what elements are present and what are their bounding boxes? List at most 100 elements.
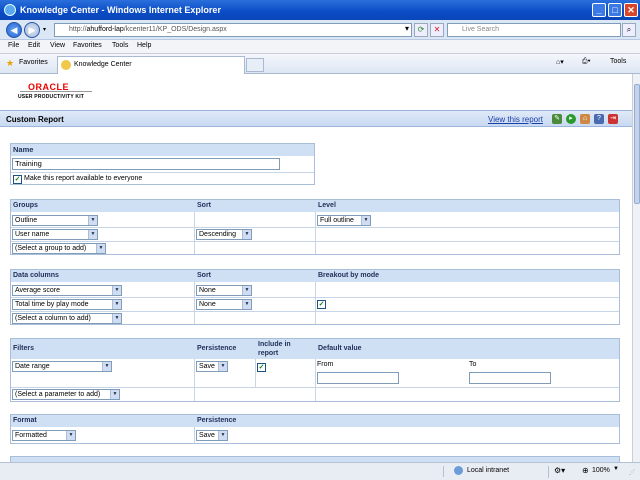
zoom-dropdown-icon[interactable]: ▼ [613,466,619,472]
chevron-down-icon: ▼ [110,390,119,399]
group-select-outline[interactable]: Outline ▼ [12,215,98,226]
maximize-button[interactable]: □ [608,3,622,17]
group-sort-select[interactable]: Descending ▼ [196,229,252,240]
column-sort-select-1[interactable]: None ▼ [196,285,252,296]
tab-favicon-icon [61,60,71,70]
address-field[interactable]: http://ahufford-lap/kcenter11/KP_ODS/Des… [54,23,412,37]
add-parameter-select[interactable]: (Select a parameter to add) ▼ [12,389,120,400]
column-select-average-score[interactable]: Average score ▼ [12,285,122,296]
chevron-down-icon: ▼ [361,216,370,225]
filter-select-date-range[interactable]: Date range ▼ [12,361,112,372]
recent-pages-dropdown-icon[interactable]: ▾ [43,26,46,33]
to-date-input[interactable] [469,372,551,384]
column-sort-select-2[interactable]: None ▼ [196,299,252,310]
refresh-icon[interactable]: ⟳ [414,23,428,37]
favorites-bar: ★ Favorites Knowledge Center ⌂▾ ⎙▾ Tools [0,54,640,74]
add-column-select[interactable]: (Select a column to add) ▼ [12,313,122,324]
report-title-bar: Custom Report View this report ✎ ▸ ⌂ ? ⇥ [0,110,632,127]
name-header: Name [11,144,314,156]
address-path: /kcenter11/KP_ODS/Design.aspx [123,26,227,33]
home-page-icon[interactable]: ⌂ [580,114,590,124]
divider [255,359,256,387]
include-checkbox[interactable]: ✓ [257,363,266,372]
upk-logo-text: USER PRODUCTIVITY KIT [18,94,85,100]
help-icon[interactable]: ? [594,114,604,124]
persistence-header: Persistence [197,345,237,352]
tools-menu[interactable]: Tools [610,58,626,65]
share-checkbox[interactable]: ✓ [13,175,22,184]
address-dropdown-icon[interactable]: ▾ [400,23,414,37]
menu-favorites[interactable]: Favorites [73,42,102,49]
go-icon[interactable]: ▸ [566,114,576,124]
format-value: Formatted [15,432,47,439]
protected-mode-icon[interactable]: ⚙▾ [554,466,565,475]
menu-view[interactable]: View [50,42,65,49]
breakout-checkbox[interactable]: ✓ [317,300,326,309]
close-button[interactable]: ✕ [624,3,638,17]
new-tab-button[interactable] [246,58,264,72]
resize-grip-icon[interactable]: ⋰ [629,469,635,476]
back-icon[interactable]: ◀ [6,22,22,38]
sort-value: Descending [199,231,236,238]
menu-file[interactable]: File [8,42,19,49]
filters-section: Filters Persistence Include in report De… [10,338,620,402]
search-input[interactable]: Live Search [447,23,621,37]
persistence-value: Save [199,432,215,439]
edit-icon[interactable]: ✎ [552,114,562,124]
search-icon[interactable]: ⌕ [622,23,636,37]
chevron-down-icon: ▼ [88,230,97,239]
tab-label: Knowledge Center [74,61,132,68]
favorites-button[interactable]: Favorites [19,59,48,66]
report-name-input[interactable]: Training [12,158,280,170]
divider [11,387,619,388]
divider [315,282,316,324]
filter-value: (Select a parameter to add) [15,391,101,398]
filter-persistence-select[interactable]: Save ▼ [196,361,228,372]
upk-header: ORACLE USER PRODUCTIVITY KIT [0,74,632,110]
format-select[interactable]: Formatted ▼ [12,430,76,441]
to-label: To [469,361,477,368]
chevron-down-icon: ▼ [242,286,251,295]
level-header: Level [318,202,336,209]
columns-sort-header: Sort [197,272,211,279]
home-icon[interactable]: ⌂▾ [556,58,564,66]
divider [194,282,195,324]
exit-icon[interactable]: ⇥ [608,114,618,124]
chevron-down-icon: ▼ [96,244,105,253]
forward-icon[interactable]: ▶ [24,22,40,38]
minimize-button[interactable]: _ [592,3,606,17]
ie-app-icon [4,4,16,16]
zoom-icon[interactable]: ⊕ [582,466,589,475]
scrollbar-thumb[interactable] [634,84,640,204]
favorites-star-icon[interactable]: ★ [6,58,14,69]
from-date-input[interactable] [317,372,399,384]
format-persistence-select[interactable]: Save ▼ [196,430,228,441]
intranet-zone-icon [454,466,463,475]
level-value: Full outline [320,217,354,224]
divider [11,311,619,312]
format-header-row [11,415,619,427]
level-select[interactable]: Full outline ▼ [317,215,371,226]
tab-knowledge-center[interactable]: Knowledge Center [57,56,245,74]
divider [11,297,619,298]
add-group-select[interactable]: (Select a group to add) ▼ [12,243,106,254]
view-report-link[interactable]: View this report [488,115,543,124]
chevron-down-icon: ▼ [66,431,75,440]
stop-icon[interactable]: ✕ [430,23,444,37]
menu-tools[interactable]: Tools [112,42,128,49]
column-select-total-time[interactable]: Total time by play mode ▼ [12,299,122,310]
breakout-header: Breakout by mode [318,272,380,279]
page-title: Custom Report [6,115,64,124]
chevron-down-icon: ▼ [218,431,227,440]
group-select-user-name[interactable]: User name ▼ [12,229,98,240]
menu-edit[interactable]: Edit [28,42,40,49]
group-value: (Select a group to add) [15,245,87,252]
chevron-down-icon: ▼ [102,362,111,371]
menu-help[interactable]: Help [137,42,151,49]
vertical-scrollbar[interactable] [632,74,640,462]
print-icon[interactable]: ⎙▾ [582,58,591,66]
zoom-level[interactable]: 100% [592,467,610,474]
format-header: Format [13,417,37,424]
columns-header-row [11,270,619,282]
groups-header: Groups [13,202,38,209]
